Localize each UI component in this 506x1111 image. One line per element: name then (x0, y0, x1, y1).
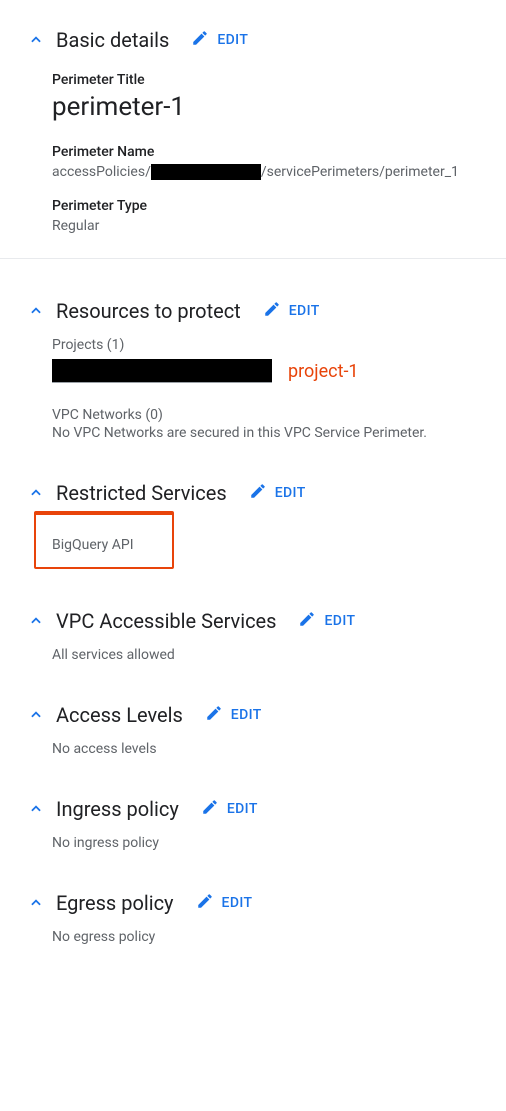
section-title: Resources to protect (56, 299, 241, 323)
section-title: Egress policy (56, 891, 174, 915)
redacted-block (151, 164, 261, 180)
edit-button[interactable]: EDIT (201, 798, 258, 820)
section-title: Access Levels (56, 703, 183, 727)
pencil-icon (201, 798, 219, 820)
chevron-up-icon[interactable] (28, 485, 44, 501)
perimeter-title-value: perimeter-1 (52, 92, 506, 122)
section-ingress-policy: Ingress policy EDIT No ingress policy (28, 797, 506, 851)
section-title: Basic details (56, 28, 169, 52)
vpc-empty-msg: No VPC Networks are secured in this VPC … (52, 425, 506, 441)
highlight-box: BigQuery API (34, 511, 174, 569)
section-body: Perimeter Title perimeter-1 Perimeter Na… (52, 72, 506, 234)
section-title: Restricted Services (56, 481, 227, 505)
perimeter-title-label: Perimeter Title (52, 72, 506, 88)
vpc-accessible-msg: All services allowed (52, 647, 506, 663)
section-body: No access levels (52, 741, 506, 757)
redacted-project-id (52, 359, 272, 383)
section-header: Restricted Services EDIT (28, 481, 506, 505)
edit-label: EDIT (222, 895, 253, 911)
pencil-icon (249, 482, 267, 504)
pencil-icon (196, 892, 214, 914)
edit-button[interactable]: EDIT (263, 300, 320, 322)
section-title: Ingress policy (56, 797, 179, 821)
edit-button[interactable]: EDIT (196, 892, 253, 914)
edit-button[interactable]: EDIT (205, 704, 262, 726)
divider (0, 258, 506, 259)
chevron-up-icon[interactable] (28, 895, 44, 911)
edit-label: EDIT (324, 613, 355, 629)
chevron-up-icon[interactable] (28, 707, 44, 723)
section-header: Ingress policy EDIT (28, 797, 506, 821)
section-header: Basic details EDIT (28, 28, 506, 52)
edit-button[interactable]: EDIT (298, 610, 355, 632)
name-prefix: accessPolicies/ (52, 164, 151, 180)
edit-label: EDIT (231, 707, 262, 723)
edit-label: EDIT (217, 32, 248, 48)
access-levels-msg: No access levels (52, 741, 506, 757)
projects-count-label: Projects (1) (52, 337, 506, 353)
pencil-icon (191, 29, 209, 51)
chevron-up-icon[interactable] (28, 32, 44, 48)
section-resources: Resources to protect EDIT Projects (1) p… (28, 299, 506, 441)
project-row: project-1 (52, 359, 506, 383)
section-vpc-accessible: VPC Accessible Services EDIT All service… (28, 609, 506, 663)
section-header: Resources to protect EDIT (28, 299, 506, 323)
edit-label: EDIT (227, 801, 258, 817)
section-body: All services allowed (52, 647, 506, 663)
chevron-up-icon[interactable] (28, 801, 44, 817)
project-display-name: project-1 (288, 361, 359, 382)
section-basic-details: Basic details EDIT Perimeter Title perim… (28, 28, 506, 234)
pencil-icon (298, 610, 316, 632)
egress-msg: No egress policy (52, 929, 506, 945)
pencil-icon (205, 704, 223, 726)
edit-label: EDIT (275, 485, 306, 501)
edit-label: EDIT (289, 303, 320, 319)
section-body: No egress policy (52, 929, 506, 945)
pencil-icon (263, 300, 281, 322)
section-body: Projects (1) project-1 VPC Networks (0) … (52, 337, 506, 441)
section-header: VPC Accessible Services EDIT (28, 609, 506, 633)
perimeter-name-value: accessPolicies/ /servicePerimeters/perime… (52, 164, 506, 180)
perimeter-type-value: Regular (52, 218, 506, 234)
section-header: Access Levels EDIT (28, 703, 506, 727)
section-header: Egress policy EDIT (28, 891, 506, 915)
section-restricted-services: Restricted Services EDIT BigQuery API (28, 481, 506, 569)
section-body: No ingress policy (52, 835, 506, 851)
section-egress-policy: Egress policy EDIT No egress policy (28, 891, 506, 945)
section-access-levels: Access Levels EDIT No access levels (28, 703, 506, 757)
ingress-msg: No ingress policy (52, 835, 506, 851)
chevron-up-icon[interactable] (28, 303, 44, 319)
perimeter-type-label: Perimeter Type (52, 198, 506, 214)
vpc-count-label: VPC Networks (0) (52, 407, 506, 423)
name-suffix: /servicePerimeters/perimeter_1 (261, 164, 459, 180)
chevron-up-icon[interactable] (28, 613, 44, 629)
edit-button[interactable]: EDIT (191, 29, 248, 51)
restricted-service-item: BigQuery API (52, 537, 156, 553)
perimeter-name-label: Perimeter Name (52, 144, 506, 160)
section-title: VPC Accessible Services (56, 609, 276, 633)
edit-button[interactable]: EDIT (249, 482, 306, 504)
